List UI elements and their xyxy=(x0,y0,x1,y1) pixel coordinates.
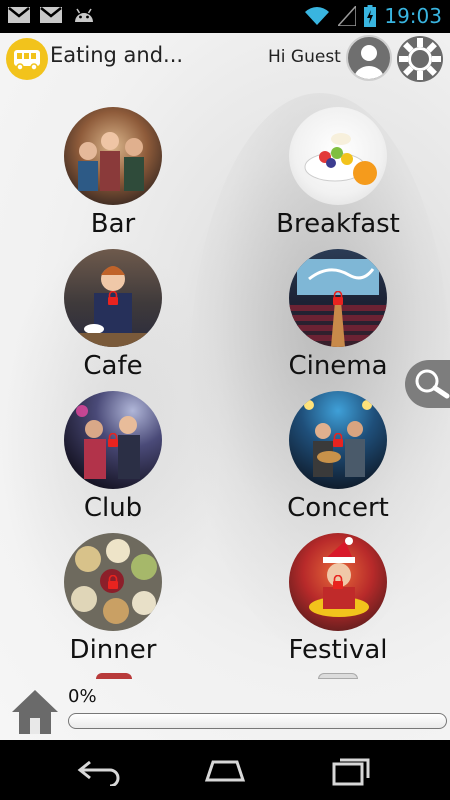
navigation-bar xyxy=(0,740,450,800)
bus-icon xyxy=(14,50,40,71)
search-icon xyxy=(415,369,450,399)
progress-percent: 0% xyxy=(68,686,97,707)
back-icon[interactable] xyxy=(76,754,124,786)
lock-icon xyxy=(108,575,118,589)
festival-image xyxy=(289,533,387,631)
wifi-icon xyxy=(305,7,330,25)
lock-icon xyxy=(333,291,343,305)
category-label: Cafe xyxy=(83,351,143,381)
dinner-image xyxy=(64,533,162,631)
category-label: Festival xyxy=(288,635,388,665)
breakfast-image xyxy=(289,107,387,205)
bus-button[interactable] xyxy=(6,38,48,80)
header: Eating and... Hi Guest xyxy=(0,33,450,83)
status-bar: 19:03 xyxy=(0,0,450,33)
category-label: Breakfast xyxy=(276,209,400,239)
settings-icon xyxy=(397,36,443,82)
bar-image xyxy=(64,107,162,205)
category-label: Concert xyxy=(287,493,389,523)
gmail-icon xyxy=(40,7,62,23)
lock-icon xyxy=(108,291,118,305)
gmail-icon xyxy=(8,7,30,23)
home-nav-icon[interactable] xyxy=(201,754,249,786)
category-label: Cinema xyxy=(288,351,388,381)
battery-charging-icon xyxy=(364,5,377,27)
category-label: Bar xyxy=(90,209,136,239)
app-screen: Eating and... Hi Guest Bar Breakfast Caf… xyxy=(0,33,450,740)
page-title: Eating and... xyxy=(50,43,184,67)
club-image xyxy=(64,391,162,489)
home-icon xyxy=(12,690,58,734)
greeting-text: Hi Guest xyxy=(268,47,341,67)
cinema-image xyxy=(289,249,387,347)
lock-icon xyxy=(108,433,118,447)
avatar-icon xyxy=(354,45,384,79)
concert-image xyxy=(289,391,387,489)
cafe-image xyxy=(64,249,162,347)
category-label: Club xyxy=(83,493,143,523)
avatar-button[interactable] xyxy=(346,35,392,81)
progress-bar xyxy=(68,713,447,729)
android-icon xyxy=(75,8,93,22)
search-button[interactable] xyxy=(405,360,450,408)
status-time: 19:03 xyxy=(384,4,442,28)
bottom-panel: 0% xyxy=(0,678,450,740)
signal-icon xyxy=(338,6,357,26)
lock-icon xyxy=(333,433,343,447)
home-button[interactable] xyxy=(10,688,60,736)
recent-apps-icon[interactable] xyxy=(328,754,376,786)
lock-icon xyxy=(333,575,343,589)
settings-button[interactable] xyxy=(396,35,444,83)
category-label: Dinner xyxy=(69,635,157,665)
